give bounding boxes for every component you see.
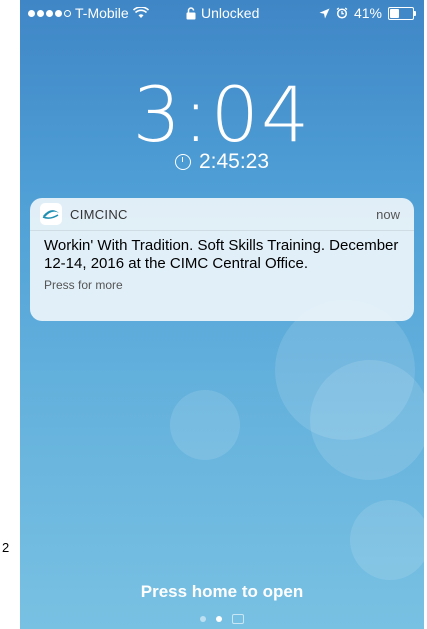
alarm-icon [336,7,348,19]
press-home-prompt: Press home to open [140,582,304,601]
timer-icon [174,154,191,170]
carrier-name: T-Mobile [75,5,129,21]
bokeh-circle [350,500,424,580]
timer-readout: 2:45:23 [20,150,424,174]
notification-app-name: CIMCINC [70,206,128,222]
press-for-more[interactable]: Press for more [30,273,414,292]
signal-strength-icon [28,9,71,17]
bokeh-circle [310,360,424,480]
edge-number: 2 [2,540,10,555]
timer-value: 2:45:23 [198,150,270,173]
location-arrow-icon [319,8,330,18]
page-indicator [20,614,424,624]
bokeh-circle [170,390,240,460]
page-dot [200,616,206,622]
battery-icon [388,6,416,20]
notification-time: now [376,206,400,222]
notification-card[interactable]: CIMCINC now Workin' With Tradition. Soft… [30,198,414,321]
cimcinc-app-icon [40,203,62,225]
page-dot-active [216,616,222,622]
camera-icon[interactable] [232,614,244,624]
lock-screen: T-Mobile Unlocked 41% 3:04 2:45:23 CIMCI… [20,0,424,629]
lock-time: 3:04 [132,70,312,159]
wifi-icon [132,7,149,18]
status-bar: T-Mobile Unlocked 41% [20,0,424,26]
lock-status: Unlocked [201,5,260,21]
unlock-icon [186,6,196,19]
notification-header: CIMCINC now [30,198,414,231]
battery-percent: 41% [353,5,382,21]
notification-message: Workin' With Tradition. Soft Skills Trai… [44,237,399,272]
